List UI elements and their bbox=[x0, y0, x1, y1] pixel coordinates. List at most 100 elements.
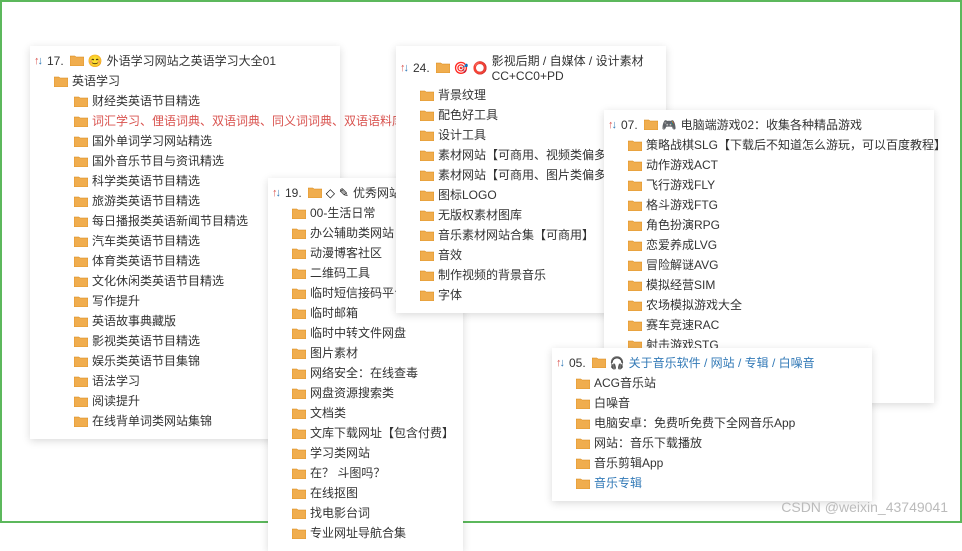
panel-header: ↑↓ 07. 🎮 电脑端游戏02：收集各种精品游戏 bbox=[608, 114, 926, 135]
panel-number: 19. bbox=[285, 186, 302, 200]
tree-item[interactable]: 角色扮演RPG bbox=[628, 215, 926, 235]
node-label: 每日播报类英语新闻节目精选 bbox=[92, 212, 248, 230]
folder-icon bbox=[628, 160, 642, 171]
node-label: 临时中转文件网盘 bbox=[310, 324, 406, 342]
folder-icon bbox=[292, 228, 306, 239]
tree-item[interactable]: 格斗游戏FTG bbox=[628, 195, 926, 215]
folder-icon bbox=[576, 418, 590, 429]
tree-item[interactable]: 学习类网站 bbox=[292, 443, 455, 463]
folder-icon bbox=[576, 458, 590, 469]
folder-icon bbox=[420, 250, 434, 261]
node-label: 在？ 斗图吗？ bbox=[310, 464, 385, 482]
node-label: 电脑安卓：免费听免费下全网音乐App bbox=[594, 414, 795, 432]
tree-item[interactable]: 音乐专辑 bbox=[576, 473, 864, 493]
node-label: 格斗游戏FTG bbox=[646, 196, 718, 214]
folder-icon bbox=[292, 468, 306, 479]
folder-icon bbox=[292, 528, 306, 539]
folder-icon bbox=[628, 280, 642, 291]
folder-icon bbox=[74, 396, 88, 407]
folder-icon bbox=[74, 156, 88, 167]
tree-item[interactable]: 网站：音乐下载播放 bbox=[576, 433, 864, 453]
folder-icon bbox=[70, 55, 84, 66]
tree-item[interactable]: 在？ 斗图吗？ bbox=[292, 463, 455, 483]
tree-item[interactable]: 网盘资源搜索类 bbox=[292, 383, 455, 403]
panel-header: ↑↓ 17. 😊 外语学习网站之英语学习大全01 bbox=[34, 50, 332, 71]
tree-item[interactable]: 恋爱养成LVG bbox=[628, 235, 926, 255]
tree-item[interactable]: 词汇学习、俚语词典、双语词典、同义词词典、双语语料库 bbox=[74, 111, 332, 131]
folder-icon bbox=[436, 62, 450, 73]
gamepad-icon: 🎮 bbox=[662, 118, 677, 132]
tree-item[interactable]: 动作游戏ACT bbox=[628, 155, 926, 175]
tree-item[interactable]: 国外音乐节目与资讯精选 bbox=[74, 151, 332, 171]
tree-item[interactable]: 模拟经营SIM bbox=[628, 275, 926, 295]
folder-icon bbox=[420, 170, 434, 181]
folder-icon bbox=[74, 196, 88, 207]
folder-icon bbox=[628, 220, 642, 231]
folder-icon bbox=[292, 408, 306, 419]
tree-item[interactable]: 背景纹理 bbox=[420, 85, 658, 105]
panel-05: ↑↓ 05. 🎧 关于音乐软件 / 网站 / 专辑 / 白噪音 ACG音乐站白噪… bbox=[552, 348, 872, 501]
tree-item[interactable]: 在线抠图 bbox=[292, 483, 455, 503]
tree-item[interactable]: ACG音乐站 bbox=[576, 373, 864, 393]
sort-icon: ↑↓ bbox=[556, 357, 563, 369]
folder-icon bbox=[292, 268, 306, 279]
folder-icon bbox=[628, 240, 642, 251]
tree-item[interactable]: 找电影台词 bbox=[292, 503, 455, 523]
node-label: 学习类网站 bbox=[310, 444, 370, 462]
tree-item[interactable]: 电脑安卓：免费听免费下全网音乐App bbox=[576, 413, 864, 433]
folder-icon bbox=[628, 320, 642, 331]
folder-icon bbox=[74, 96, 88, 107]
panel-header: ↑↓ 24. 🎯 ⭕ 影视后期 / 自媒体 / 设计素材 CC+CC0+PD bbox=[400, 50, 658, 85]
tree-item[interactable]: 文档类 bbox=[292, 403, 455, 423]
panel-number: 05. bbox=[569, 356, 586, 370]
node-label: 网站：音乐下载播放 bbox=[594, 434, 702, 452]
node-label: 网络安全：在线查毒 bbox=[310, 364, 418, 382]
folder-icon bbox=[420, 230, 434, 241]
folder-icon bbox=[628, 200, 642, 211]
folder-icon bbox=[292, 348, 306, 359]
tree-item[interactable]: 文库下载网址【包含付费】 bbox=[292, 423, 455, 443]
folder-icon bbox=[74, 416, 88, 427]
node-label: 专业网址导航合集 bbox=[310, 524, 406, 542]
panel-number: 24. bbox=[413, 61, 430, 75]
node-label: 财经类英语节目精选 bbox=[92, 92, 200, 110]
node-label: 语法学习 bbox=[92, 372, 140, 390]
tree-item[interactable]: 赛车竞速RAC bbox=[628, 315, 926, 335]
tree-item[interactable]: 临时中转文件网盘 bbox=[292, 323, 455, 343]
folder-icon bbox=[576, 398, 590, 409]
node-label: 国外单词学习网站精选 bbox=[92, 132, 212, 150]
tree-item[interactable]: 国外单词学习网站精选 bbox=[74, 131, 332, 151]
tree-item[interactable]: 策略战棋SLG【下载后不知道怎么游玩，可以百度教程】 bbox=[628, 135, 926, 155]
node-label: 影视类英语节目精选 bbox=[92, 332, 200, 350]
ring-icon: ⭕ bbox=[473, 61, 488, 75]
tree-item[interactable]: 冒险解谜AVG bbox=[628, 255, 926, 275]
folder-icon bbox=[628, 300, 642, 311]
tree-item[interactable]: 农场模拟游戏大全 bbox=[628, 295, 926, 315]
headphones-icon: 🎧 bbox=[610, 356, 625, 370]
folder-icon bbox=[292, 508, 306, 519]
node-label: 文档类 bbox=[310, 404, 346, 422]
node-label: 临时短信接码平台 bbox=[310, 284, 406, 302]
tree-item[interactable]: 专业网址导航合集 bbox=[292, 523, 455, 543]
folder-icon bbox=[576, 478, 590, 489]
node-label: 赛车竞速RAC bbox=[646, 316, 719, 334]
node-label: 英语学习 bbox=[72, 72, 120, 90]
node-label: 办公辅助类网站 bbox=[310, 224, 394, 242]
tree-item[interactable]: 网络安全：在线查毒 bbox=[292, 363, 455, 383]
tree-item[interactable]: 财经类英语节目精选 bbox=[74, 91, 332, 111]
tree-item[interactable]: 音乐剪辑App bbox=[576, 453, 864, 473]
tree-item[interactable]: 白噪音 bbox=[576, 393, 864, 413]
node-label: 恋爱养成LVG bbox=[646, 236, 717, 254]
folder-icon bbox=[292, 288, 306, 299]
folder-icon bbox=[74, 356, 88, 367]
tree-item[interactable]: 图片素材 bbox=[292, 343, 455, 363]
tree-root[interactable]: 英语学习 bbox=[54, 71, 332, 91]
node-label: 配色好工具 bbox=[438, 106, 498, 124]
node-label: 写作提升 bbox=[92, 292, 140, 310]
folder-icon bbox=[74, 316, 88, 327]
tree-item[interactable]: 飞行游戏FLY bbox=[628, 175, 926, 195]
node-label: 娱乐类英语节目集锦 bbox=[92, 352, 200, 370]
folder-icon bbox=[420, 190, 434, 201]
node-label: 旅游类英语节目精选 bbox=[92, 192, 200, 210]
folder-icon bbox=[292, 308, 306, 319]
